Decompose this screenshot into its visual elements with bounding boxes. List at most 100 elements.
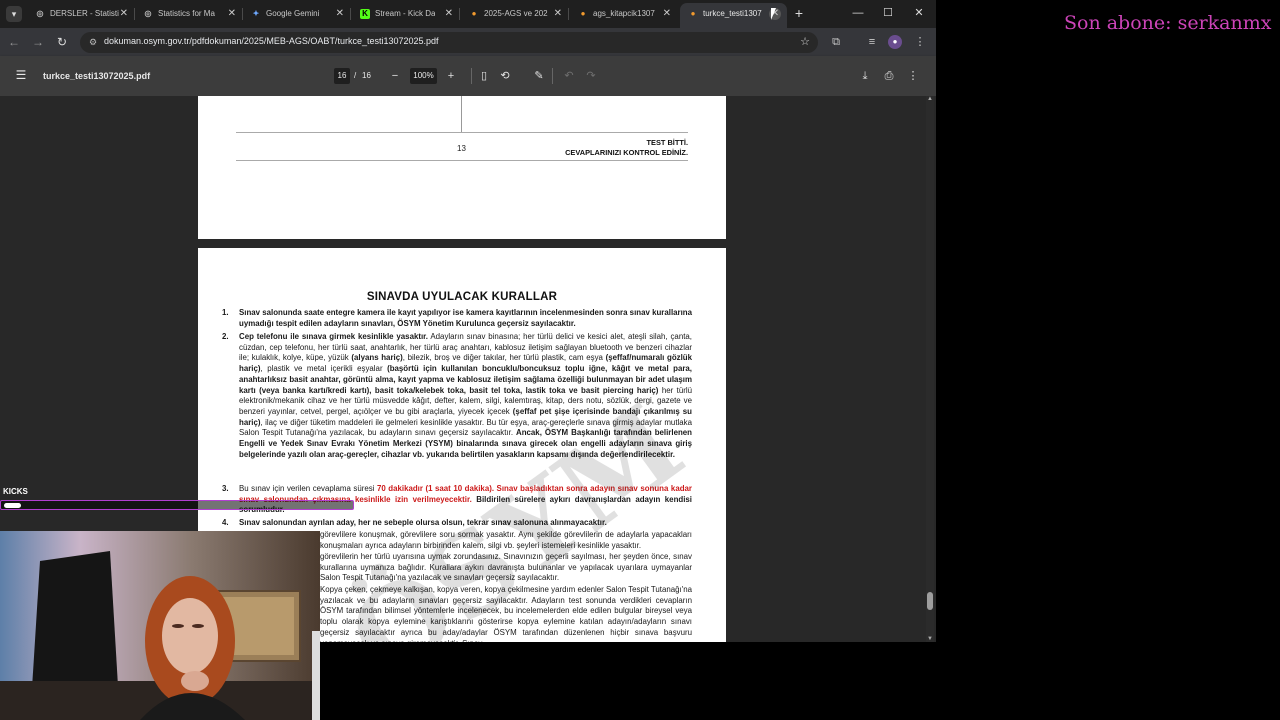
rule-text: görevlilerin her türlü uyarısına uymak z… [320, 552, 692, 583]
tab-statistics[interactable]: ◎ Statistics for Ma ✕ [135, 3, 242, 28]
rule-text: Sınav salonundan ayrılan aday, her ne se… [239, 518, 692, 529]
media-control-icon[interactable]: ≡ [864, 34, 880, 50]
scroll-up-icon[interactable]: ▲ [926, 96, 934, 102]
rule-number: 4. [222, 518, 229, 527]
rules-title: SINAVDA UYULACAK KURALLAR [366, 291, 558, 303]
rule-item-6: görevlilerin her türlü uyarısına uymak z… [320, 552, 692, 584]
osym-icon: ● [580, 9, 586, 18]
minimize-icon[interactable]: — [848, 4, 868, 22]
rule-text: görevlilere konuşmak, görevlilere soru s… [320, 530, 692, 550]
undo-icon[interactable]: ↶ [562, 68, 576, 84]
scrollbar-thumb[interactable] [927, 592, 933, 610]
rule-item-1: 1. Sınav salonunda saate entegre kamera … [222, 308, 692, 329]
tab-ags-kitapcik[interactable]: ● ags_kitapcik1307 ✕ [570, 3, 677, 28]
site-info-icon[interactable]: ⚙ [87, 36, 99, 48]
tab-label: turkce_testi1307 [703, 9, 762, 18]
toolbar-divider [552, 68, 553, 84]
tab-label: Stream - Kick Da [375, 9, 436, 18]
check-answers-line: CEVAPLARINIZI KONTROL EDİNİZ. [565, 147, 688, 157]
close-icon[interactable]: ✕ [445, 3, 453, 25]
tab-separator [350, 8, 351, 20]
close-icon[interactable]: ✕ [336, 3, 344, 25]
annotate-icon[interactable]: ✎ [532, 68, 546, 84]
rule-text: Sınav salonunda saate entegre kamera ile… [239, 308, 692, 329]
page-separator: / [354, 71, 357, 80]
forward-icon[interactable]: → [30, 34, 46, 50]
kicks-progress-fill [4, 503, 21, 508]
tab-label: 2025-AGS ve 202 [484, 9, 548, 18]
tab-gemini[interactable]: ✦ Google Gemini ✕ [243, 3, 350, 28]
close-icon[interactable]: ✕ [120, 3, 128, 25]
pdf-toolbar: ☰ turkce_testi13072025.pdf 16 / 16 − 100… [0, 56, 936, 96]
tab-kick-stream[interactable]: K Stream - Kick Da ✕ [352, 3, 459, 28]
close-icon[interactable]: ✕ [228, 3, 236, 25]
fit-page-icon[interactable]: ▯ [477, 68, 491, 84]
back-icon[interactable]: ← [6, 34, 22, 50]
redo-icon[interactable]: ↷ [584, 68, 598, 84]
tab-separator [459, 8, 460, 20]
rule-number: 1. [222, 308, 229, 317]
tab-search-icon[interactable]: ▾ [6, 6, 22, 22]
tab-label: ags_kitapcik1307 [593, 9, 655, 18]
rule-item-5: görevlilere konuşmak, görevlilere soru s… [320, 530, 692, 551]
zoom-input[interactable]: 100% [410, 68, 437, 84]
reload-icon[interactable]: ↻ [54, 34, 70, 50]
mouse-cursor-icon [771, 8, 781, 20]
gemini-icon: ✦ [252, 9, 260, 18]
rule-bold: Cep telefonu ile sınava girmek kesinlikl… [239, 332, 428, 341]
page-number-input[interactable]: 16 [334, 68, 350, 84]
url-text: dokuman.osym.gov.tr/pdfdokuman/2025/MEB-… [104, 36, 439, 46]
rule-bold: (alyans hariç) [351, 353, 403, 363]
page-number: 13 [457, 144, 466, 153]
toolbar-divider [471, 68, 472, 84]
rule-bold: Sınav salonunda saate entegre kamera ile… [239, 308, 692, 328]
vertical-scrollbar[interactable]: ▲ ▼ [926, 96, 934, 642]
globe-icon: ◎ [144, 9, 152, 18]
rule-item-4: 4. Sınav salonundan ayrılan aday, her ne… [222, 518, 692, 529]
rule-number: 2. [222, 332, 229, 341]
rule-text: Cep telefonu ile sınava girmek kesinlikl… [239, 332, 692, 460]
rule-item-7: Kopya çeken, çekmeye kalkışan, kopya ver… [320, 585, 692, 642]
rule-text: Kopya çeken, çekmeye kalkışan, kopya ver… [320, 585, 692, 642]
download-icon[interactable]: ⤓ [858, 68, 872, 84]
sidebar-menu-icon[interactable]: ☰ [14, 68, 28, 82]
new-tab-button[interactable]: + [792, 5, 806, 21]
more-options-icon[interactable]: ⋮ [906, 68, 920, 84]
rule-plain: , bilezik, broş ve diğer takılar, her tü… [402, 353, 606, 363]
scroll-down-icon[interactable]: ▼ [926, 636, 934, 642]
tab-separator [568, 8, 569, 20]
tab-dersler[interactable]: ◎ DERSLER - Statisti ✕ [27, 3, 134, 28]
osym-icon: ● [471, 9, 477, 18]
test-end-notice: TEST BİTTİ. CEVAPLARINIZI KONTROL EDİNİZ… [565, 138, 688, 157]
last-subscriber-overlay: Son abone: serkanmx [1064, 12, 1272, 34]
maximize-icon[interactable]: ☐ [878, 4, 898, 22]
pdf-filename: turkce_testi13072025.pdf [43, 71, 151, 81]
osym-icon: ● [690, 9, 696, 18]
tab-label: DERSLER - Statisti [50, 9, 119, 18]
kick-icon: K [360, 9, 370, 19]
webcam-image [0, 531, 320, 720]
close-icon[interactable]: ✕ [554, 3, 562, 25]
kicks-label: KICKS [3, 487, 28, 496]
rule-plain: Bu sınav için verilen cevaplama süresi [239, 484, 377, 493]
zoom-out-icon[interactable]: − [388, 68, 402, 84]
bookmark-star-icon[interactable]: ☆ [800, 35, 810, 48]
test-end-line: TEST BİTTİ. [646, 138, 688, 147]
browser-menu-icon[interactable]: ⋮ [912, 34, 928, 50]
webcam-feed [0, 531, 320, 720]
window-close-icon[interactable]: ✕ [909, 4, 929, 22]
rotate-icon[interactable]: ⟲ [498, 68, 512, 84]
rule-line [236, 132, 688, 133]
rule-item-2: 2. Cep telefonu ile sınava girmek kesinl… [222, 332, 692, 460]
address-bar[interactable]: ⚙ dokuman.osym.gov.tr/pdfdokuman/2025/ME… [80, 32, 818, 53]
pdf-page-15: 13 TEST BİTTİ. CEVAPLARINIZI KONTROL EDİ… [198, 96, 726, 239]
zoom-in-icon[interactable]: + [444, 68, 458, 84]
extensions-icon[interactable]: ⧉ [828, 34, 844, 50]
page-total: 16 [362, 71, 371, 80]
profile-avatar-icon[interactable]: ● [888, 35, 902, 49]
rule-number: 3. [222, 484, 229, 493]
close-icon[interactable]: ✕ [663, 3, 671, 25]
globe-icon: ◎ [36, 9, 44, 18]
print-icon[interactable]: ⎙ [882, 68, 896, 84]
tab-ags-2025[interactable]: ● 2025-AGS ve 202 ✕ [461, 3, 568, 28]
